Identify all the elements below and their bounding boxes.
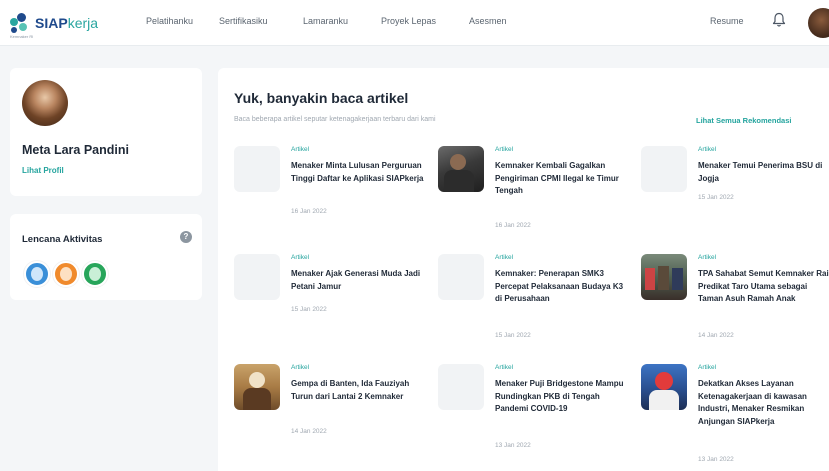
- activity-badges-card: Lencana Aktivitas ?: [10, 214, 202, 300]
- articles-panel: Yuk, banyakin baca artikel Baca beberapa…: [218, 68, 829, 471]
- article-category: Artikel: [291, 146, 310, 153]
- article-date: 13 Jan 2022: [698, 456, 734, 463]
- article-date: 14 Jan 2022: [698, 332, 734, 339]
- resume-link[interactable]: Resume: [710, 16, 744, 26]
- article-thumbnail: [438, 254, 484, 300]
- top-header: SIAPkerja Kemnaker RI Pelatihanku Sertif…: [0, 0, 829, 46]
- article-category: Artikel: [698, 254, 717, 261]
- article-title[interactable]: Gempa di Banten, Ida Fauziyah Turun dari…: [291, 378, 427, 403]
- see-all-recommendations-link[interactable]: Lihat Semua Rekomendasi: [696, 116, 791, 125]
- article-thumbnail: [234, 364, 280, 410]
- article-thumbnail: [234, 254, 280, 300]
- article-date: 14 Jan 2022: [291, 428, 327, 435]
- article-title[interactable]: Dekatkan Akses Layanan Ketenagakerjaan d…: [698, 378, 829, 428]
- article-date: 13 Jan 2022: [495, 442, 531, 449]
- badge-blue-icon[interactable]: [24, 261, 50, 287]
- article-title[interactable]: TPA Sahabat Semut Kemnaker Raih Predikat…: [698, 268, 829, 306]
- article-category: Artikel: [291, 254, 310, 261]
- profile-card: Meta Lara Pandini Lihat Profil: [10, 68, 202, 196]
- logo-tagline: Kemnaker RI: [10, 34, 34, 39]
- article-date: 15 Jan 2022: [698, 194, 734, 201]
- articles-subtitle: Baca beberapa artikel seputar ketenagake…: [234, 116, 436, 123]
- article-title[interactable]: Kemnaker: Penerapan SMK3 Percepat Pelaks…: [495, 268, 631, 306]
- profile-avatar: [22, 80, 68, 126]
- article-date: 15 Jan 2022: [291, 306, 327, 313]
- siapkerja-logo[interactable]: SIAPkerja: [10, 9, 98, 37]
- article-category: Artikel: [698, 146, 717, 153]
- article-thumbnail: [641, 146, 687, 192]
- notification-bell-icon[interactable]: [772, 12, 786, 28]
- article-title[interactable]: Menaker Minta Lulusan Perguruan Tinggi D…: [291, 160, 427, 185]
- article-category: Artikel: [495, 254, 514, 261]
- user-avatar[interactable]: [808, 8, 829, 38]
- article-thumbnail: [234, 146, 280, 192]
- article-date: 16 Jan 2022: [495, 222, 531, 229]
- nav-pelatihanku[interactable]: Pelatihanku: [146, 16, 193, 26]
- nav-asesmen[interactable]: Asesmen: [469, 16, 507, 26]
- article-title[interactable]: Kemnaker Kembali Gagalkan Pengiriman CPM…: [495, 160, 631, 198]
- article-category: Artikel: [495, 146, 514, 153]
- article-title[interactable]: Menaker Temui Penerima BSU di Jogja: [698, 160, 829, 185]
- logo-siap-text: SIAP: [35, 15, 68, 31]
- article-title[interactable]: Menaker Puji Bridgestone Mampu Rundingka…: [495, 378, 631, 416]
- profile-name: Meta Lara Pandini: [22, 143, 129, 157]
- logo-kerja-text: kerja: [67, 15, 99, 31]
- nav-sertifikasiku[interactable]: Sertifikasiku: [219, 16, 268, 26]
- article-thumbnail: [438, 364, 484, 410]
- article-thumbnail: [641, 254, 687, 300]
- badges-title: Lencana Aktivitas: [22, 234, 103, 245]
- articles-title: Yuk, banyakin baca artikel: [234, 90, 409, 106]
- badge-green-icon[interactable]: [82, 261, 108, 287]
- article-title[interactable]: Menaker Ajak Generasi Muda Jadi Petani J…: [291, 268, 427, 293]
- article-date: 15 Jan 2022: [495, 332, 531, 339]
- article-date: 16 Jan 2022: [291, 208, 327, 215]
- article-thumbnail: [438, 146, 484, 192]
- nav-lamaranku[interactable]: Lamaranku: [303, 16, 348, 26]
- article-category: Artikel: [495, 364, 514, 371]
- nav-proyek-lepas[interactable]: Proyek Lepas: [381, 16, 436, 26]
- article-category: Artikel: [291, 364, 310, 371]
- view-profile-link[interactable]: Lihat Profil: [22, 166, 64, 175]
- logo-mark-icon: [10, 12, 32, 34]
- article-thumbnail: [641, 364, 687, 410]
- article-category: Artikel: [698, 364, 717, 371]
- badge-orange-icon[interactable]: [53, 261, 79, 287]
- help-icon[interactable]: ?: [180, 231, 192, 243]
